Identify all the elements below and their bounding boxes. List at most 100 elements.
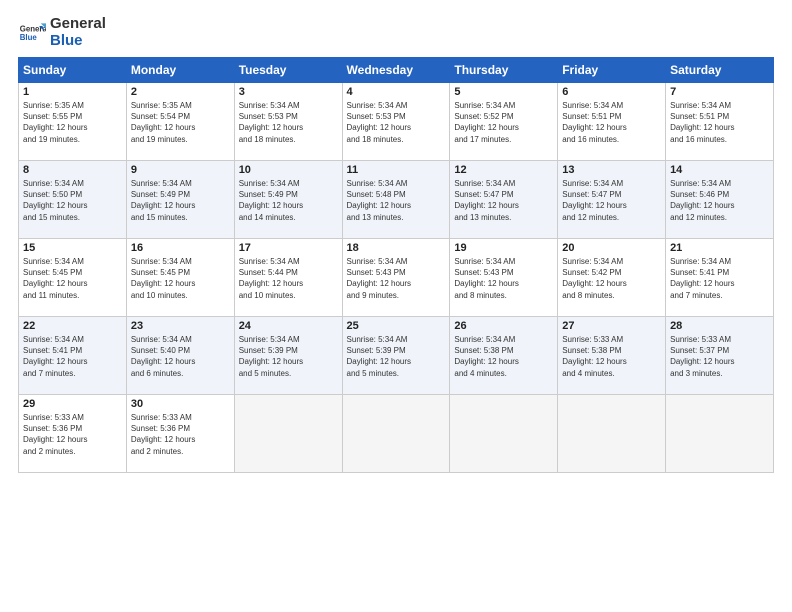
cell-info: Sunrise: 5:34 AM Sunset: 5:41 PM Dayligh… [670,256,769,301]
day-number: 12 [454,164,553,176]
calendar-week-5: 29 Sunrise: 5:33 AM Sunset: 5:36 PM Dayl… [19,395,774,473]
calendar-header-monday: Monday [126,58,234,83]
cell-info: Sunrise: 5:34 AM Sunset: 5:40 PM Dayligh… [131,334,230,379]
cell-info: Sunrise: 5:34 AM Sunset: 5:51 PM Dayligh… [670,100,769,145]
calendar-cell: 1 Sunrise: 5:35 AM Sunset: 5:55 PM Dayli… [19,83,127,161]
cell-info: Sunrise: 5:34 AM Sunset: 5:45 PM Dayligh… [23,256,122,301]
calendar-cell: 5 Sunrise: 5:34 AM Sunset: 5:52 PM Dayli… [450,83,558,161]
day-number: 4 [347,86,446,98]
calendar-cell: 28 Sunrise: 5:33 AM Sunset: 5:37 PM Dayl… [666,317,774,395]
day-number: 7 [670,86,769,98]
calendar-cell: 30 Sunrise: 5:33 AM Sunset: 5:36 PM Dayl… [126,395,234,473]
cell-info: Sunrise: 5:34 AM Sunset: 5:46 PM Dayligh… [670,178,769,223]
logo-icon: General Blue [18,19,46,47]
logo-text: General Blue [50,16,106,49]
calendar-cell: 4 Sunrise: 5:34 AM Sunset: 5:53 PM Dayli… [342,83,450,161]
day-number: 15 [23,242,122,254]
day-number: 5 [454,86,553,98]
cell-info: Sunrise: 5:35 AM Sunset: 5:54 PM Dayligh… [131,100,230,145]
day-number: 8 [23,164,122,176]
calendar-cell: 2 Sunrise: 5:35 AM Sunset: 5:54 PM Dayli… [126,83,234,161]
cell-info: Sunrise: 5:33 AM Sunset: 5:37 PM Dayligh… [670,334,769,379]
calendar-body: 1 Sunrise: 5:35 AM Sunset: 5:55 PM Dayli… [19,83,774,473]
day-number: 9 [131,164,230,176]
day-number: 24 [239,320,338,332]
page: General Blue General Blue SundayMondayTu… [0,0,792,612]
cell-info: Sunrise: 5:34 AM Sunset: 5:47 PM Dayligh… [454,178,553,223]
svg-text:Blue: Blue [20,33,38,42]
cell-info: Sunrise: 5:34 AM Sunset: 5:53 PM Dayligh… [239,100,338,145]
calendar-cell [558,395,666,473]
cell-info: Sunrise: 5:34 AM Sunset: 5:39 PM Dayligh… [239,334,338,379]
cell-info: Sunrise: 5:34 AM Sunset: 5:52 PM Dayligh… [454,100,553,145]
calendar-week-1: 1 Sunrise: 5:35 AM Sunset: 5:55 PM Dayli… [19,83,774,161]
cell-info: Sunrise: 5:34 AM Sunset: 5:39 PM Dayligh… [347,334,446,379]
day-number: 14 [670,164,769,176]
calendar-cell: 10 Sunrise: 5:34 AM Sunset: 5:49 PM Dayl… [234,161,342,239]
calendar-week-4: 22 Sunrise: 5:34 AM Sunset: 5:41 PM Dayl… [19,317,774,395]
day-number: 13 [562,164,661,176]
calendar-cell: 11 Sunrise: 5:34 AM Sunset: 5:48 PM Dayl… [342,161,450,239]
calendar-cell: 21 Sunrise: 5:34 AM Sunset: 5:41 PM Dayl… [666,239,774,317]
calendar-cell: 12 Sunrise: 5:34 AM Sunset: 5:47 PM Dayl… [450,161,558,239]
day-number: 11 [347,164,446,176]
calendar-cell: 25 Sunrise: 5:34 AM Sunset: 5:39 PM Dayl… [342,317,450,395]
calendar-header-tuesday: Tuesday [234,58,342,83]
cell-info: Sunrise: 5:34 AM Sunset: 5:45 PM Dayligh… [131,256,230,301]
day-number: 2 [131,86,230,98]
day-number: 30 [131,398,230,410]
cell-info: Sunrise: 5:34 AM Sunset: 5:48 PM Dayligh… [347,178,446,223]
calendar-cell: 29 Sunrise: 5:33 AM Sunset: 5:36 PM Dayl… [19,395,127,473]
calendar-cell: 24 Sunrise: 5:34 AM Sunset: 5:39 PM Dayl… [234,317,342,395]
day-number: 18 [347,242,446,254]
calendar-header-friday: Friday [558,58,666,83]
cell-info: Sunrise: 5:34 AM Sunset: 5:47 PM Dayligh… [562,178,661,223]
cell-info: Sunrise: 5:33 AM Sunset: 5:36 PM Dayligh… [23,412,122,457]
calendar-cell: 3 Sunrise: 5:34 AM Sunset: 5:53 PM Dayli… [234,83,342,161]
cell-info: Sunrise: 5:34 AM Sunset: 5:53 PM Dayligh… [347,100,446,145]
calendar-cell: 7 Sunrise: 5:34 AM Sunset: 5:51 PM Dayli… [666,83,774,161]
calendar-cell [450,395,558,473]
cell-info: Sunrise: 5:34 AM Sunset: 5:42 PM Dayligh… [562,256,661,301]
calendar-cell: 20 Sunrise: 5:34 AM Sunset: 5:42 PM Dayl… [558,239,666,317]
cell-info: Sunrise: 5:34 AM Sunset: 5:49 PM Dayligh… [239,178,338,223]
cell-info: Sunrise: 5:35 AM Sunset: 5:55 PM Dayligh… [23,100,122,145]
day-number: 20 [562,242,661,254]
day-number: 26 [454,320,553,332]
day-number: 22 [23,320,122,332]
day-number: 10 [239,164,338,176]
calendar-cell: 22 Sunrise: 5:34 AM Sunset: 5:41 PM Dayl… [19,317,127,395]
calendar-cell: 17 Sunrise: 5:34 AM Sunset: 5:44 PM Dayl… [234,239,342,317]
day-number: 17 [239,242,338,254]
calendar-header-saturday: Saturday [666,58,774,83]
calendar-cell: 19 Sunrise: 5:34 AM Sunset: 5:43 PM Dayl… [450,239,558,317]
day-number: 21 [670,242,769,254]
day-number: 28 [670,320,769,332]
day-number: 3 [239,86,338,98]
calendar-cell: 26 Sunrise: 5:34 AM Sunset: 5:38 PM Dayl… [450,317,558,395]
calendar-cell: 9 Sunrise: 5:34 AM Sunset: 5:49 PM Dayli… [126,161,234,239]
calendar-cell: 23 Sunrise: 5:34 AM Sunset: 5:40 PM Dayl… [126,317,234,395]
calendar-header-wednesday: Wednesday [342,58,450,83]
day-number: 19 [454,242,553,254]
day-number: 6 [562,86,661,98]
cell-info: Sunrise: 5:33 AM Sunset: 5:38 PM Dayligh… [562,334,661,379]
calendar-header-thursday: Thursday [450,58,558,83]
calendar-cell: 16 Sunrise: 5:34 AM Sunset: 5:45 PM Dayl… [126,239,234,317]
calendar-cell [342,395,450,473]
day-number: 1 [23,86,122,98]
cell-info: Sunrise: 5:34 AM Sunset: 5:51 PM Dayligh… [562,100,661,145]
day-number: 23 [131,320,230,332]
calendar-cell: 27 Sunrise: 5:33 AM Sunset: 5:38 PM Dayl… [558,317,666,395]
calendar: SundayMondayTuesdayWednesdayThursdayFrid… [18,57,774,473]
calendar-cell: 18 Sunrise: 5:34 AM Sunset: 5:43 PM Dayl… [342,239,450,317]
cell-info: Sunrise: 5:34 AM Sunset: 5:44 PM Dayligh… [239,256,338,301]
calendar-cell: 14 Sunrise: 5:34 AM Sunset: 5:46 PM Dayl… [666,161,774,239]
calendar-cell [234,395,342,473]
calendar-header-sunday: Sunday [19,58,127,83]
calendar-cell: 15 Sunrise: 5:34 AM Sunset: 5:45 PM Dayl… [19,239,127,317]
cell-info: Sunrise: 5:34 AM Sunset: 5:43 PM Dayligh… [454,256,553,301]
cell-info: Sunrise: 5:34 AM Sunset: 5:50 PM Dayligh… [23,178,122,223]
calendar-cell: 13 Sunrise: 5:34 AM Sunset: 5:47 PM Dayl… [558,161,666,239]
day-number: 16 [131,242,230,254]
